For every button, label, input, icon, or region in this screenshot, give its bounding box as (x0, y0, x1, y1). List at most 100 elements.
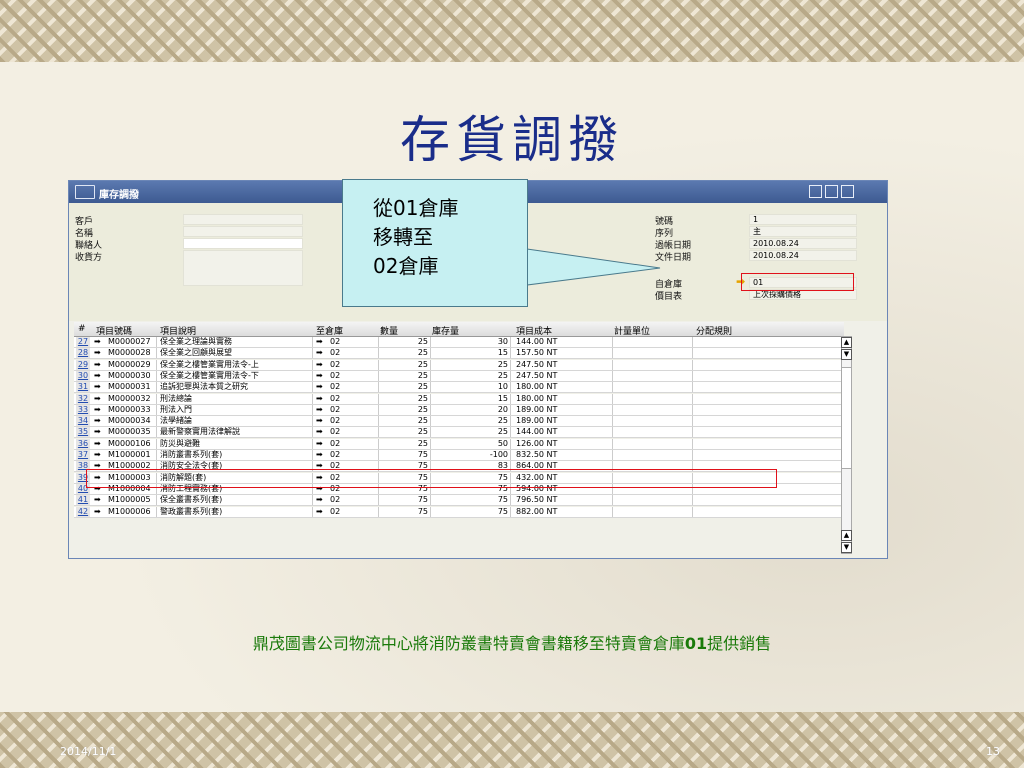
cell-description[interactable]: 追訴犯罪與法本質之研究 (160, 382, 248, 392)
link-arrow-icon[interactable]: ➡ (316, 439, 323, 449)
cell-description[interactable]: 警政叢書系列(套) (160, 507, 222, 517)
link-arrow-icon[interactable]: ➡ (94, 450, 101, 460)
cell-description[interactable]: 最新警察實用法律解說 (160, 427, 240, 437)
series-field[interactable]: 主 (749, 226, 857, 237)
link-arrow-icon[interactable]: ➡ (94, 416, 101, 426)
cell-item-cost[interactable]: 832.50 NT (516, 450, 557, 460)
table-row[interactable]: 32 ➡ ➡ M0000032 刑法總論 02 25 15 180.00 NT (74, 393, 844, 405)
cell-item-cost[interactable]: 180.00 NT (516, 382, 557, 392)
cell-description[interactable]: 法學緒論 (160, 416, 192, 426)
cell-description[interactable]: 保全業之回顧與展望 (160, 348, 232, 358)
cell-in-stock[interactable]: 15 (432, 394, 508, 404)
cell-item-cost[interactable]: 796.50 NT (516, 495, 557, 505)
link-arrow-icon[interactable]: ➡ (94, 507, 101, 517)
row-number-link[interactable]: 33 (76, 404, 90, 415)
table-row[interactable]: 34 ➡ ➡ M0000034 法學緒論 02 25 25 189.00 NT (74, 416, 844, 428)
cell-description[interactable]: 保全業之樓管業實用法令-上 (160, 360, 259, 370)
cell-to-warehouse[interactable]: 02 (330, 394, 340, 404)
cell-in-stock[interactable]: 25 (432, 371, 508, 381)
cell-description[interactable]: 防災與避難 (160, 439, 200, 449)
row-number-link[interactable]: 41 (76, 495, 90, 506)
row-number-link[interactable]: 29 (76, 359, 90, 370)
cell-to-warehouse[interactable]: 02 (330, 360, 340, 370)
cell-in-stock[interactable]: 75 (432, 507, 508, 517)
col-header-description[interactable]: 項目說明 (160, 324, 196, 337)
cell-quantity[interactable]: 25 (380, 382, 428, 392)
link-arrow-icon[interactable]: ➡ (94, 348, 101, 358)
row-number-link[interactable]: 36 (76, 438, 90, 449)
link-arrow-icon[interactable]: ➡ (316, 450, 323, 460)
scroll-thumb[interactable] (842, 367, 851, 469)
table-row[interactable]: 28 ➡ ➡ M0000028 保全業之回顧與展望 02 25 15 157.50 NT (74, 348, 844, 360)
table-row[interactable]: 27 ➡ ➡ M0000027 保全業之理論與實務 02 25 30 144.00 NT (74, 337, 844, 348)
scroll-up-page-icon[interactable]: ▲ (841, 530, 852, 541)
cell-item-cost[interactable]: 157.50 NT (516, 348, 557, 358)
cell-description[interactable]: 消防叢書系列(套) (160, 450, 222, 460)
cell-to-warehouse[interactable]: 02 (330, 439, 340, 449)
row-number-link[interactable]: 28 (76, 348, 90, 359)
cell-item-code[interactable]: M0000106 (108, 439, 151, 449)
col-header-quantity[interactable]: 數量 (380, 324, 398, 337)
table-row[interactable]: 41 ➡ ➡ M1000005 保全叢書系列(套) 02 75 75 796.50 NT (74, 495, 844, 507)
scroll-down-page-icon[interactable]: ▼ (841, 349, 852, 360)
table-row[interactable]: 30 ➡ ➡ M0000030 保全業之樓管業實用法令-下 02 25 25 247.50 NT (74, 370, 844, 382)
posting-date-field[interactable]: 2010.08.24 (749, 238, 857, 249)
col-header-item-cost[interactable]: 項目成本 (516, 324, 552, 337)
row-number-link[interactable]: 31 (76, 382, 90, 393)
cell-item-cost[interactable]: 882.00 NT (516, 507, 557, 517)
row-number-link[interactable]: 35 (76, 427, 90, 438)
cell-in-stock[interactable]: 15 (432, 348, 508, 358)
cell-in-stock[interactable]: 25 (432, 427, 508, 437)
col-header-to-warehouse[interactable]: 至倉庫 (316, 324, 343, 337)
table-row[interactable]: 42 ➡ ➡ M1000006 警政叢書系列(套) 02 75 75 882.00 NT (74, 506, 844, 518)
row-number-link[interactable]: 32 (76, 393, 90, 404)
cell-quantity[interactable]: 25 (380, 348, 428, 358)
link-arrow-icon[interactable]: ➡ (316, 360, 323, 370)
cell-to-warehouse[interactable]: 02 (330, 382, 340, 392)
cell-to-warehouse[interactable]: 02 (330, 337, 340, 347)
cell-description[interactable]: 保全業之樓管業實用法令-下 (160, 371, 259, 381)
table-row[interactable]: 35 ➡ ➡ M0000035 最新警察實用法律解說 02 25 25 144.00 NT (74, 427, 844, 439)
cell-in-stock[interactable]: 25 (432, 360, 508, 370)
cell-item-cost[interactable]: 180.00 NT (516, 394, 557, 404)
cell-to-warehouse[interactable]: 02 (330, 450, 340, 460)
cell-quantity[interactable]: 25 (380, 416, 428, 426)
close-button[interactable] (841, 185, 854, 198)
row-number-link[interactable]: 42 (76, 506, 90, 517)
col-header-uom[interactable]: 計量單位 (614, 324, 650, 337)
table-row[interactable]: 37 ➡ ➡ M1000001 消防叢書系列(套) 02 75 -100 832.50 NT (74, 450, 844, 461)
cell-item-code[interactable]: M0000029 (108, 360, 151, 370)
cell-quantity[interactable]: 25 (380, 337, 428, 347)
link-arrow-icon[interactable]: ➡ (316, 405, 323, 415)
cell-item-code[interactable]: M0000035 (108, 427, 151, 437)
link-arrow-icon[interactable]: ➡ (94, 405, 101, 415)
ship-to-field[interactable] (183, 250, 303, 286)
cell-item-code[interactable]: M0000033 (108, 405, 151, 415)
cell-item-code[interactable]: M0000031 (108, 382, 151, 392)
link-arrow-icon[interactable]: ➡ (94, 360, 101, 370)
cell-item-cost[interactable]: 144.00 NT (516, 427, 557, 437)
cell-to-warehouse[interactable]: 02 (330, 416, 340, 426)
cell-in-stock[interactable]: 25 (432, 416, 508, 426)
cell-in-stock[interactable]: 50 (432, 439, 508, 449)
link-arrow-icon[interactable]: ➡ (316, 337, 323, 347)
link-arrow-icon[interactable]: ➡ (316, 427, 323, 437)
grid-vertical-scrollbar[interactable]: ▲ ▼ ▲ ▼ (841, 336, 852, 554)
col-header-distribution-rule[interactable]: 分配規則 (696, 324, 732, 337)
table-row[interactable]: 31 ➡ ➡ M0000031 追訴犯罪與法本質之研究 02 25 10 180.00 NT (74, 382, 844, 394)
cell-description[interactable]: 刑法入門 (160, 405, 192, 415)
cell-quantity[interactable]: 25 (380, 371, 428, 381)
name-field[interactable] (183, 226, 303, 237)
cell-to-warehouse[interactable]: 02 (330, 348, 340, 358)
link-arrow-icon[interactable]: ➡ (316, 507, 323, 517)
maximize-button[interactable] (825, 185, 838, 198)
cell-in-stock[interactable]: 10 (432, 382, 508, 392)
scroll-down-icon[interactable]: ▼ (841, 542, 852, 553)
col-header-number[interactable]: # (78, 324, 86, 334)
link-arrow-icon[interactable]: ➡ (94, 394, 101, 404)
cell-item-code[interactable]: M1000005 (108, 495, 151, 505)
link-arrow-icon[interactable]: ➡ (94, 439, 101, 449)
cell-quantity[interactable]: 25 (380, 439, 428, 449)
cell-in-stock[interactable]: 30 (432, 337, 508, 347)
link-arrow-icon[interactable]: ➡ (316, 495, 323, 505)
